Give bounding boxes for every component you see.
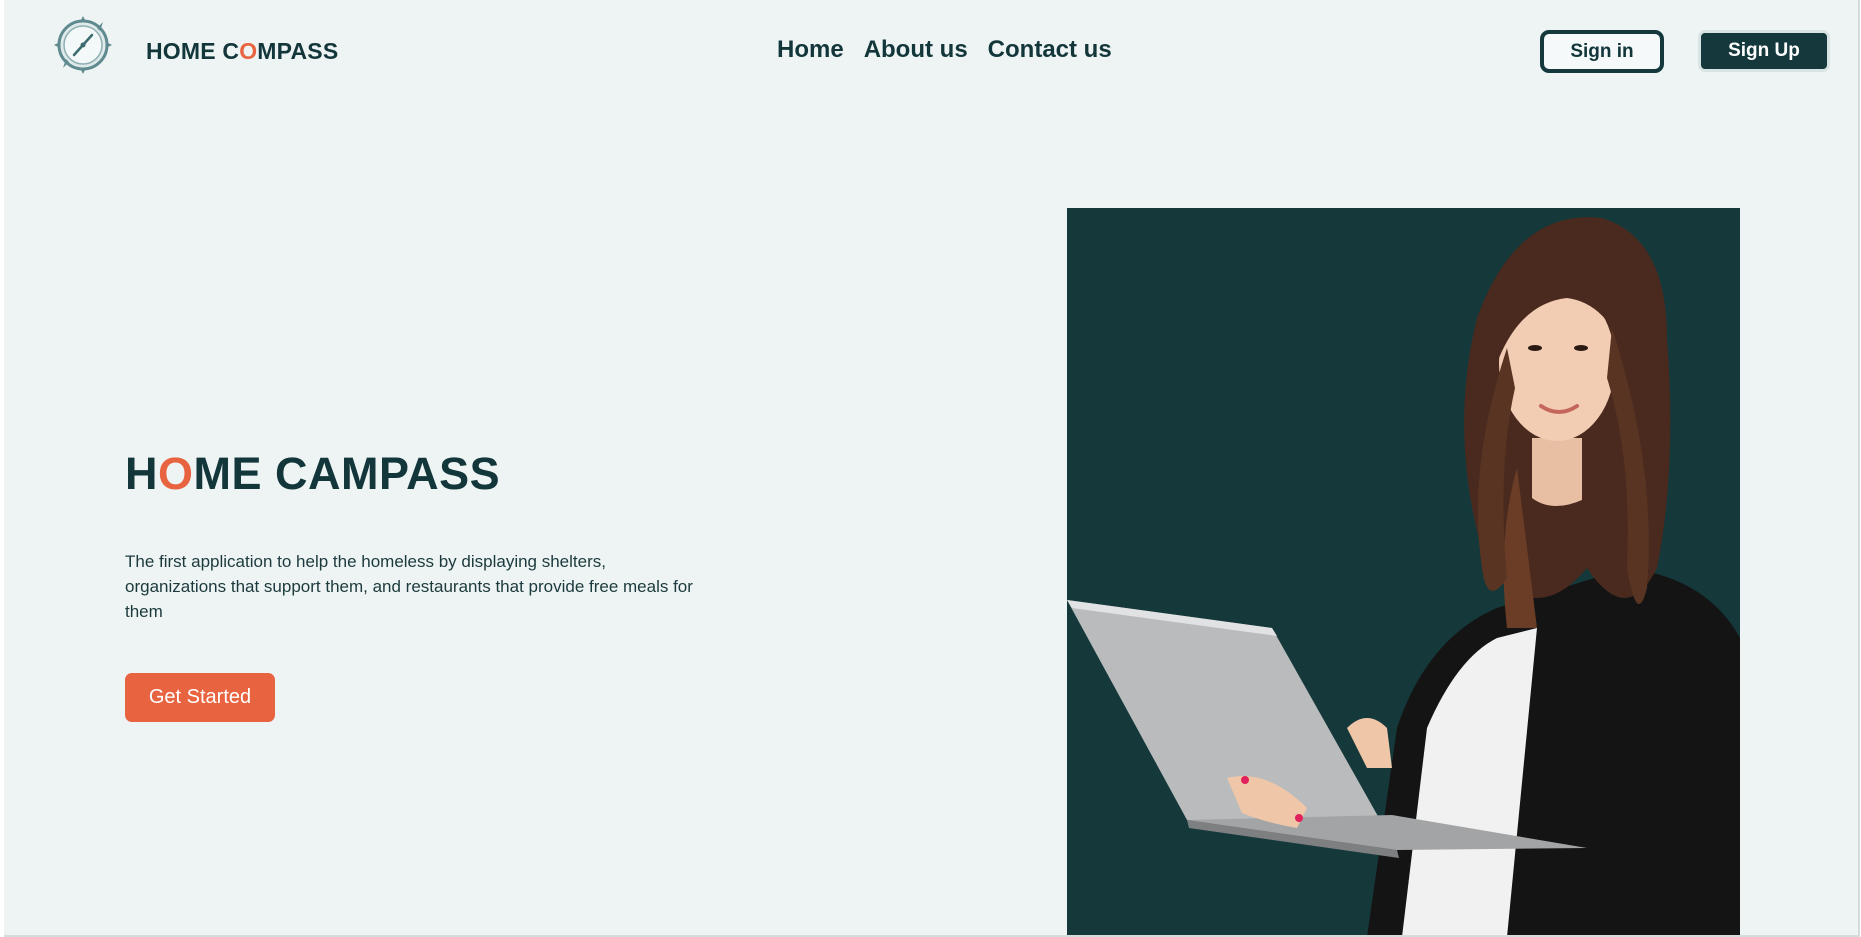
brand-text-end: MPASS [257, 38, 339, 64]
compass-icon[interactable] [52, 14, 114, 76]
hero-description: The first application to help the homele… [125, 552, 693, 621]
nav-contact-us[interactable]: Contact us [988, 36, 1112, 64]
get-started-button[interactable]: Get Started [125, 673, 275, 722]
hero-title-start: H [125, 448, 158, 499]
hero-title-end: ME CAMPASS [193, 448, 501, 499]
hero-title: HOME CAMPASS [125, 448, 500, 500]
main-nav: Home About us Contact us [777, 36, 1112, 64]
header: HOME COMPASS Home About us Contact us Si… [4, 0, 1858, 105]
nav-home[interactable]: Home [777, 36, 844, 64]
brand-accent-letter: O [239, 38, 258, 64]
sign-in-button[interactable]: Sign in [1540, 30, 1664, 73]
page: HOME COMPASS Home About us Contact us Si… [4, 0, 1860, 937]
hero-title-accent-letter: O [158, 448, 194, 499]
brand-text-start: HOME C [146, 38, 240, 64]
brand-name[interactable]: HOME COMPASS [146, 38, 338, 65]
hero-image [1067, 208, 1740, 935]
sign-up-button[interactable]: Sign Up [1698, 30, 1830, 72]
nav-about-us[interactable]: About us [864, 36, 968, 64]
